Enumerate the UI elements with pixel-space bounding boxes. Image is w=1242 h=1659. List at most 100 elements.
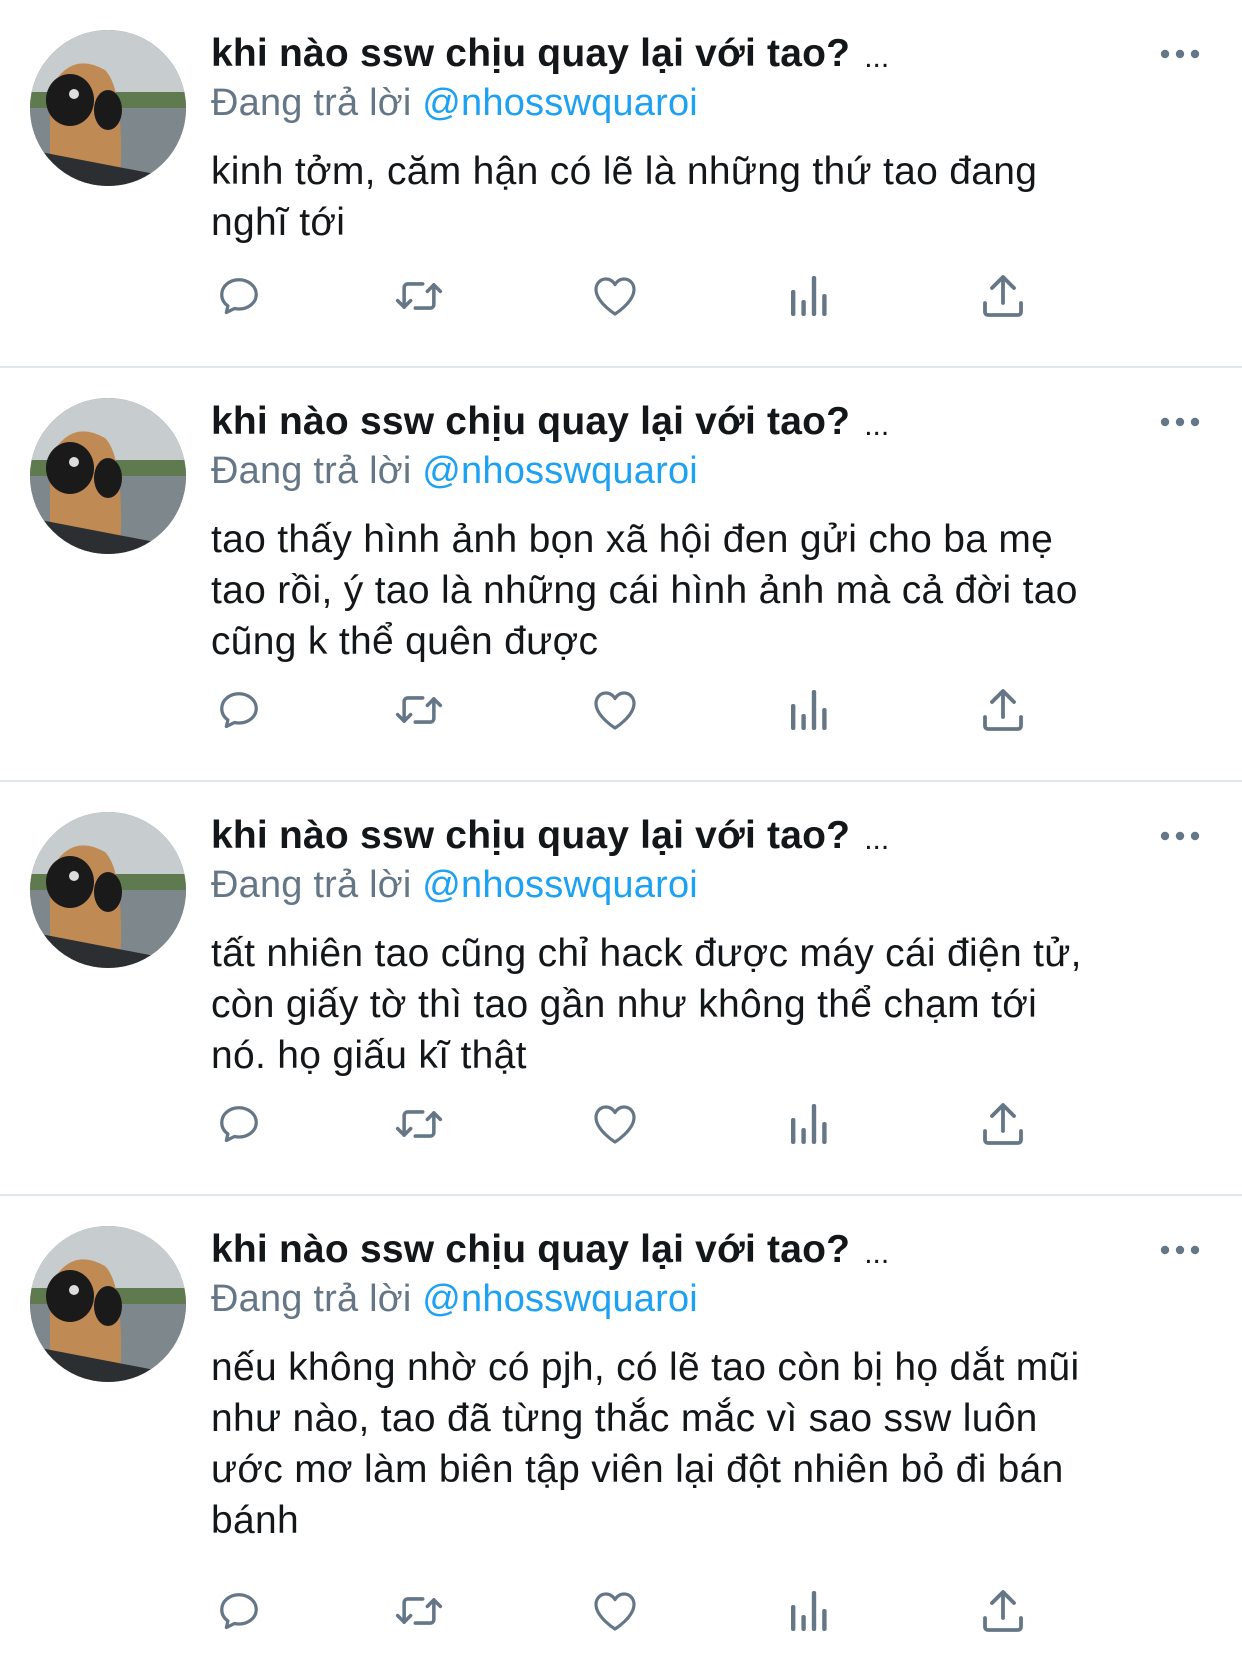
more-options-button[interactable] bbox=[1156, 36, 1204, 72]
reply-button[interactable] bbox=[213, 1585, 265, 1637]
reply-button[interactable] bbox=[213, 1098, 265, 1150]
more-horizontal-icon bbox=[1160, 1245, 1200, 1255]
tweet-text: tất nhiên tao cũng chỉ hack được máy cái… bbox=[211, 928, 1211, 1081]
bar-chart-icon bbox=[791, 1104, 827, 1144]
retweet-icon bbox=[395, 696, 443, 724]
bar-chart-icon bbox=[791, 276, 827, 316]
reply-context: Đang trả lời @nhosswquaroi bbox=[211, 864, 698, 907]
avatar-image bbox=[30, 30, 186, 186]
tweet-text-line: nó. họ giấu kĩ thật bbox=[211, 1034, 527, 1077]
tweet-text-line: tao thấy hình ảnh bọn xã hội đen gửi cho… bbox=[211, 518, 1054, 561]
tweet[interactable]: khi nào ssw chịu quay lại với tao? ... Đ… bbox=[0, 782, 1242, 1196]
views-button[interactable] bbox=[783, 270, 835, 322]
reply-handle-link[interactable]: @nhosswquaroi bbox=[422, 450, 698, 492]
more-horizontal-icon bbox=[1160, 49, 1200, 59]
tweet[interactable]: khi nào ssw chịu quay lại với tao? ... Đ… bbox=[0, 1196, 1242, 1659]
tweet-text-line: cũng k thể quên được bbox=[211, 620, 599, 663]
like-button[interactable] bbox=[589, 1585, 641, 1637]
reply-context: Đang trả lời @nhosswquaroi bbox=[211, 82, 698, 125]
tweet-text-line: còn giấy tờ thì tao gần như không thể ch… bbox=[211, 983, 1038, 1026]
reply-prefix: Đang trả lời bbox=[211, 864, 412, 906]
reply-handle-link[interactable]: @nhosswquaroi bbox=[422, 864, 698, 906]
share-button[interactable] bbox=[977, 684, 1029, 736]
reply-context: Đang trả lời @nhosswquaroi bbox=[211, 450, 698, 493]
more-options-button[interactable] bbox=[1156, 404, 1204, 440]
heart-icon bbox=[594, 277, 636, 316]
tweet-actions bbox=[211, 1098, 1111, 1150]
more-options-button[interactable] bbox=[1156, 1232, 1204, 1268]
retweet-icon bbox=[395, 1597, 443, 1625]
tweet-header: khi nào ssw chịu quay lại với tao? ... bbox=[211, 26, 889, 82]
tweet-text-line: ước mơ làm biên tập viên lại đột nhiên b… bbox=[211, 1448, 1064, 1491]
name-truncation: ... bbox=[864, 1237, 890, 1270]
avatar[interactable] bbox=[30, 812, 186, 968]
share-button[interactable] bbox=[977, 1585, 1029, 1637]
tweet-text-line: bánh bbox=[211, 1499, 299, 1542]
reply-prefix: Đang trả lời bbox=[211, 82, 412, 124]
tweet-text-line: nghĩ tới bbox=[211, 201, 346, 244]
tweet-text-line: nếu không nhờ có pjh, có lẽ tao còn bị h… bbox=[211, 1346, 1080, 1389]
reply-prefix: Đang trả lời bbox=[211, 450, 412, 492]
tweet[interactable]: khi nào ssw chịu quay lại với tao? ... Đ… bbox=[0, 0, 1242, 368]
bar-chart-icon bbox=[791, 1591, 827, 1631]
tweet-header: khi nào ssw chịu quay lại với tao? ... bbox=[211, 394, 889, 450]
retweet-button[interactable] bbox=[393, 1098, 445, 1150]
retweet-icon bbox=[395, 1110, 443, 1138]
retweet-icon bbox=[395, 282, 443, 310]
reply-icon bbox=[220, 278, 258, 315]
share-icon bbox=[983, 275, 1023, 317]
share-button[interactable] bbox=[977, 270, 1029, 322]
reply-context: Đang trả lời @nhosswquaroi bbox=[211, 1278, 698, 1321]
name-truncation: ... bbox=[864, 823, 890, 856]
more-options-button[interactable] bbox=[1156, 818, 1204, 854]
tweet-actions bbox=[211, 684, 1111, 736]
tweet-text: kinh tởm, căm hận có lẽ là những thứ tao… bbox=[211, 146, 1211, 248]
reply-handle-link[interactable]: @nhosswquaroi bbox=[422, 1278, 698, 1320]
views-button[interactable] bbox=[783, 1585, 835, 1637]
share-icon bbox=[983, 1590, 1023, 1632]
tweet-text: tao thấy hình ảnh bọn xã hội đen gửi cho… bbox=[211, 514, 1211, 667]
share-icon bbox=[983, 1103, 1023, 1145]
avatar-image bbox=[30, 1226, 186, 1382]
name-truncation: ... bbox=[864, 41, 890, 74]
more-horizontal-icon bbox=[1160, 417, 1200, 427]
tweet[interactable]: khi nào ssw chịu quay lại với tao? ... Đ… bbox=[0, 368, 1242, 782]
heart-icon bbox=[594, 1105, 636, 1144]
reply-button[interactable] bbox=[213, 270, 265, 322]
views-button[interactable] bbox=[783, 1098, 835, 1150]
share-icon bbox=[983, 689, 1023, 731]
tweet-text-line: tao rồi, ý tao là những cái hình ảnh mà … bbox=[211, 569, 1078, 612]
tweet-actions bbox=[211, 1585, 1111, 1637]
name-truncation: ... bbox=[864, 409, 890, 442]
bar-chart-icon bbox=[791, 690, 827, 730]
avatar[interactable] bbox=[30, 1226, 186, 1382]
reply-handle-link[interactable]: @nhosswquaroi bbox=[422, 82, 698, 124]
display-name[interactable]: khi nào ssw chịu quay lại với tao? bbox=[211, 32, 850, 76]
avatar-image bbox=[30, 812, 186, 968]
heart-icon bbox=[594, 1592, 636, 1631]
tweet-text-line: như nào, tao đã từng thắc mắc vì sao ssw… bbox=[211, 1397, 1038, 1440]
retweet-button[interactable] bbox=[393, 1585, 445, 1637]
tweet-header: khi nào ssw chịu quay lại với tao? ... bbox=[211, 808, 889, 864]
reply-icon bbox=[220, 1106, 258, 1143]
tweet-feed: khi nào ssw chịu quay lại với tao? ... Đ… bbox=[0, 0, 1242, 1659]
display-name[interactable]: khi nào ssw chịu quay lại với tao? bbox=[211, 1228, 850, 1272]
display-name[interactable]: khi nào ssw chịu quay lại với tao? bbox=[211, 814, 850, 858]
tweet-header: khi nào ssw chịu quay lại với tao? ... bbox=[211, 1222, 889, 1278]
like-button[interactable] bbox=[589, 270, 641, 322]
tweet-text-line: kinh tởm, căm hận có lẽ là những thứ tao… bbox=[211, 150, 1038, 193]
display-name[interactable]: khi nào ssw chịu quay lại với tao? bbox=[211, 400, 850, 444]
retweet-button[interactable] bbox=[393, 270, 445, 322]
reply-button[interactable] bbox=[213, 684, 265, 736]
retweet-button[interactable] bbox=[393, 684, 445, 736]
views-button[interactable] bbox=[783, 684, 835, 736]
like-button[interactable] bbox=[589, 684, 641, 736]
heart-icon bbox=[594, 691, 636, 730]
reply-icon bbox=[220, 1593, 258, 1630]
like-button[interactable] bbox=[589, 1098, 641, 1150]
tweet-actions bbox=[211, 270, 1111, 322]
tweet-text-line: tất nhiên tao cũng chỉ hack được máy cái… bbox=[211, 932, 1082, 975]
avatar[interactable] bbox=[30, 30, 186, 186]
share-button[interactable] bbox=[977, 1098, 1029, 1150]
avatar[interactable] bbox=[30, 398, 186, 554]
